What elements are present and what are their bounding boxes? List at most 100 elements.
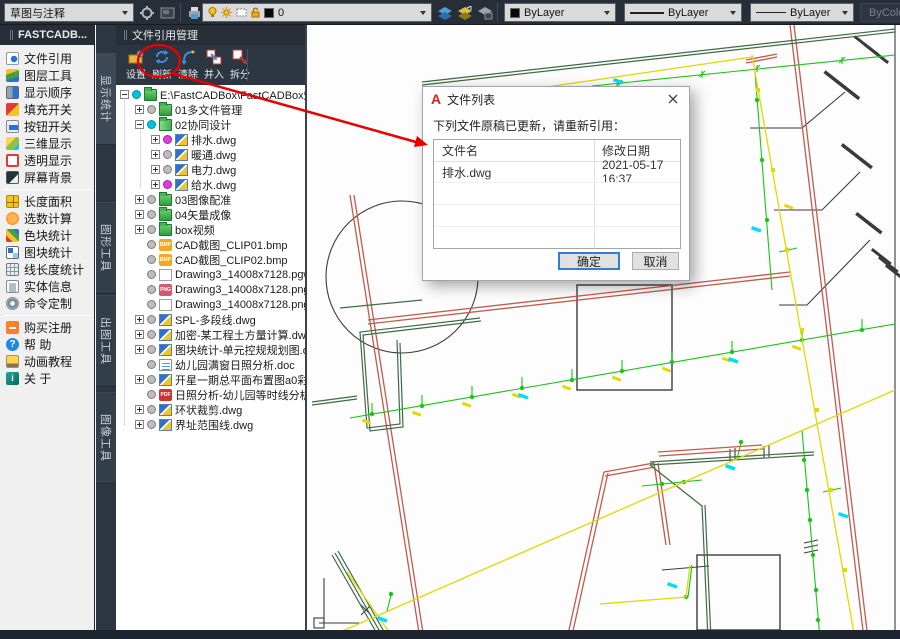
sidebar-item-layer-tools[interactable]: 图层工具 <box>0 67 94 84</box>
close-icon[interactable] <box>665 91 681 107</box>
file-list-table[interactable]: 文件名 修改日期 排水.dwg 2021-05-17 16:37 <box>433 139 681 249</box>
sidebar-item-length-area[interactable]: 长度面积 <box>0 193 94 210</box>
bulb-highlight-icon[interactable] <box>163 135 172 144</box>
tree-row[interactable]: PNGDrawing3_14008x7128.png <box>116 282 305 297</box>
expand-icon[interactable] <box>135 315 144 324</box>
bulb-off-icon[interactable] <box>147 390 156 399</box>
expand-icon[interactable] <box>135 195 144 204</box>
sidebar-item-fill-toggle[interactable]: 填充开关 <box>0 101 94 118</box>
ok-button[interactable]: 确定 <box>558 252 620 270</box>
split-button[interactable]: 拆分 <box>228 47 252 83</box>
expand-icon[interactable] <box>151 180 160 189</box>
sidebar-item-transparency[interactable]: 透明显示 <box>0 152 94 169</box>
sidebar-item-color-stats[interactable]: 色块统计 <box>0 227 94 244</box>
bulb-off-icon[interactable] <box>147 195 156 204</box>
tree-row[interactable]: 界址范围线.dwg <box>116 417 305 432</box>
bulb-off-icon[interactable] <box>147 210 156 219</box>
expand-icon[interactable] <box>151 165 160 174</box>
bulb-off-icon[interactable] <box>147 420 156 429</box>
expand-icon[interactable] <box>135 420 144 429</box>
bulb-off-icon[interactable] <box>163 165 172 174</box>
bulb-off-icon[interactable] <box>163 150 172 159</box>
expand-icon[interactable] <box>135 345 144 354</box>
bulb-off-icon[interactable] <box>147 285 156 294</box>
sidebar-item-button-toggle[interactable]: 按钮开关 <box>0 118 94 135</box>
collapse-icon[interactable] <box>135 120 144 129</box>
sidebar-item-tutorial[interactable]: 动画教程 <box>0 353 94 370</box>
layer-combo[interactable]: 0 <box>202 3 432 22</box>
tree-row[interactable]: 开星一期总平面布置图a0彩色. <box>116 372 305 387</box>
tree-row[interactable]: 环状裁剪.dwg <box>116 402 305 417</box>
expand-icon[interactable] <box>151 150 160 159</box>
sidebar-item-help[interactable]: 帮 助 <box>0 336 94 353</box>
sidebar-item-entity-info[interactable]: 实体信息 <box>0 278 94 295</box>
sidebar-item-3d-display[interactable]: 三维显示 <box>0 135 94 152</box>
settings-button[interactable]: 设置 <box>124 47 148 83</box>
linetype-combo[interactable]: ByLayer <box>624 3 742 22</box>
tree-row-root[interactable]: E:\FastCADBox\FastCADBox短视 <box>116 87 305 102</box>
tree-row[interactable]: 图块统计-单元控规规划图.dwg <box>116 342 305 357</box>
bulb-off-icon[interactable] <box>147 105 156 114</box>
tree-row[interactable]: 给水.dwg <box>116 177 305 192</box>
sidebar-item-command-customize[interactable]: 命令定制 <box>0 295 94 312</box>
expand-icon[interactable] <box>135 375 144 384</box>
tree-row[interactable]: 01多文件管理 <box>116 102 305 117</box>
sidebar-item-screen-background[interactable]: 屏幕背景 <box>0 169 94 186</box>
tree-row[interactable]: Drawing3_14008x7128.pnga <box>116 297 305 312</box>
panel-titlebar[interactable]: 文件引用管理 <box>116 25 305 45</box>
tree-row[interactable]: BMPCAD截图_CLIP01.bmp <box>116 237 305 252</box>
sidebar-item-line-length-stats[interactable]: 线长度统计 <box>0 261 94 278</box>
plot-printer-icon[interactable] <box>185 4 203 21</box>
tab-image-tools[interactable]: 图像工具 <box>96 392 116 484</box>
bulb-on-icon[interactable] <box>147 120 156 129</box>
expand-icon[interactable] <box>151 135 160 144</box>
tab-display-stats[interactable]: 显示统计 <box>96 53 116 145</box>
lineweight-combo[interactable]: ByLayer <box>750 3 854 22</box>
refresh-button[interactable]: 刷新 <box>150 47 174 83</box>
expand-icon[interactable] <box>135 405 144 414</box>
sidebar-item-display-order[interactable]: 显示顺序 <box>0 84 94 101</box>
layer-match-icon[interactable] <box>476 4 494 21</box>
bulb-off-icon[interactable] <box>147 315 156 324</box>
tree-row[interactable]: 02协同设计 <box>116 117 305 132</box>
tree-row[interactable]: 电力.dwg <box>116 162 305 177</box>
bulb-off-icon[interactable] <box>147 255 156 264</box>
expand-icon[interactable] <box>135 105 144 114</box>
table-row[interactable]: 排水.dwg 2021-05-17 16:37 <box>434 162 680 182</box>
cancel-button[interactable]: 取消 <box>632 252 679 270</box>
bulb-highlight-icon[interactable] <box>163 180 172 189</box>
bulb-on-icon[interactable] <box>132 90 141 99</box>
clear-button[interactable]: 清除 <box>176 47 200 83</box>
tree-row[interactable]: BMPCAD截图_CLIP02.bmp <box>116 252 305 267</box>
bulb-off-icon[interactable] <box>147 360 156 369</box>
sidebar-titlebar[interactable]: FASTCADB... <box>0 25 94 45</box>
bulb-off-icon[interactable] <box>147 405 156 414</box>
sidebar-item-count-calc[interactable]: 选数计算 <box>0 210 94 227</box>
sidebar-item-purchase[interactable]: 购买注册 <box>0 319 94 336</box>
tree-row[interactable]: 幼儿园满窗日照分析.doc <box>116 357 305 372</box>
bulb-off-icon[interactable] <box>147 240 156 249</box>
sidebar-item-block-stats[interactable]: 图块统计 <box>0 244 94 261</box>
tab-plot-tools[interactable]: 出图工具 <box>96 295 116 387</box>
tree-row[interactable]: SPL-多段线.dwg <box>116 312 305 327</box>
object-color-combo[interactable]: ByLayer <box>504 3 616 22</box>
tree-row[interactable]: Drawing3_14008x7128.pgw <box>116 267 305 282</box>
bulb-off-icon[interactable] <box>147 345 156 354</box>
tree-row[interactable]: 03图像配准 <box>116 192 305 207</box>
layer-states-icon[interactable] <box>456 4 474 21</box>
workspace-selector[interactable]: 草图与注释 <box>4 3 134 22</box>
collapse-icon[interactable] <box>120 90 129 99</box>
layer-properties-icon[interactable] <box>436 4 454 21</box>
tree-row[interactable]: 加密-某工程土方量计算.dwg <box>116 327 305 342</box>
sidebar-item-file-reference[interactable]: 文件引用 <box>0 50 94 67</box>
dialog-titlebar[interactable]: A 文件列表 <box>423 87 689 111</box>
display-toggle-icon[interactable] <box>158 4 176 21</box>
bycolor-button[interactable]: ByColor <box>860 3 900 22</box>
bulb-off-icon[interactable] <box>147 300 156 309</box>
tree-row[interactable]: 04矢量成像 <box>116 207 305 222</box>
gear-icon[interactable] <box>138 4 156 21</box>
tree-row[interactable]: PDF日照分析-幼儿园等时线分析.p <box>116 387 305 402</box>
tree-row[interactable]: 排水.dwg <box>116 132 305 147</box>
sidebar-item-about[interactable]: 关 于 <box>0 370 94 387</box>
expand-icon[interactable] <box>135 330 144 339</box>
